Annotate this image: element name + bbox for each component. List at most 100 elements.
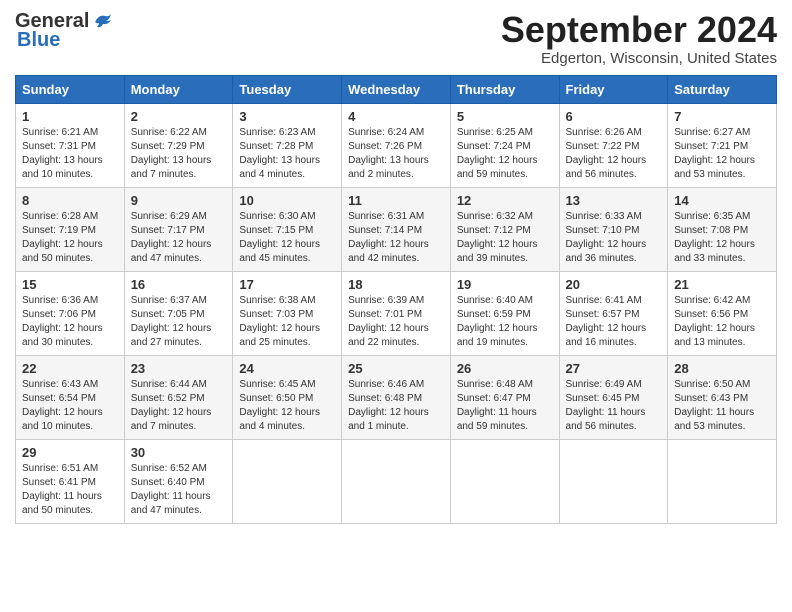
day-number: 27: [566, 361, 662, 376]
day-number: 30: [131, 445, 227, 460]
day-info: Sunrise: 6:41 AMSunset: 6:57 PMDaylight:…: [566, 294, 662, 350]
title-area: September 2024 Edgerton, Wisconsin, Unit…: [501, 10, 777, 67]
calendar-cell: 21Sunrise: 6:42 AMSunset: 6:56 PMDayligh…: [668, 271, 777, 355]
day-info: Sunrise: 6:37 AMSunset: 7:05 PMDaylight:…: [131, 294, 227, 350]
day-number: 24: [239, 361, 335, 376]
weekday-header-monday: Monday: [124, 75, 233, 103]
calendar-cell: [450, 439, 559, 523]
calendar-cell: [233, 439, 342, 523]
calendar-cell: 15 Sunrise: 6:36 AMSunset: 7:06 PMDayligh…: [16, 271, 125, 355]
calendar-cell: 5Sunrise: 6:25 AMSunset: 7:24 PMDaylight…: [450, 103, 559, 187]
weekday-header-saturday: Saturday: [668, 75, 777, 103]
calendar-cell: 17 Sunrise: 6:38 AMSunset: 7:03 PMDayligh…: [233, 271, 342, 355]
day-number: 19: [457, 277, 553, 292]
calendar-week-row: 22Sunrise: 6:43 AMSunset: 6:54 PMDayligh…: [16, 355, 777, 439]
calendar-cell: 16 Sunrise: 6:37 AMSunset: 7:05 PMDayligh…: [124, 271, 233, 355]
calendar-cell: 4 Sunrise: 6:24 AMSunset: 7:26 PMDaylight…: [342, 103, 451, 187]
calendar-cell: 14 Sunrise: 6:35 AMSunset: 7:08 PMDayligh…: [668, 187, 777, 271]
day-number: 22: [22, 361, 118, 376]
day-number: 7: [674, 109, 770, 124]
calendar-cell: 8 Sunrise: 6:28 AMSunset: 7:19 PMDaylight…: [16, 187, 125, 271]
day-info: Sunrise: 6:24 AMSunset: 7:26 PMDaylight:…: [348, 126, 444, 182]
day-number: 25: [348, 361, 444, 376]
day-number: 16: [131, 277, 227, 292]
calendar-cell: 6 Sunrise: 6:26 AMSunset: 7:22 PMDaylight…: [559, 103, 668, 187]
weekday-header-wednesday: Wednesday: [342, 75, 451, 103]
day-info: Sunrise: 6:45 AMSunset: 6:50 PMDaylight:…: [239, 378, 335, 434]
calendar-cell: 26Sunrise: 6:48 AMSunset: 6:47 PMDayligh…: [450, 355, 559, 439]
weekday-header-tuesday: Tuesday: [233, 75, 342, 103]
calendar-cell: 29 Sunrise: 6:51 AMSunset: 6:41 PMDayligh…: [16, 439, 125, 523]
day-info: Sunrise: 6:42 AMSunset: 6:56 PMDaylight:…: [674, 294, 770, 350]
day-info: Sunrise: 6:28 AMSunset: 7:19 PMDaylight:…: [22, 210, 118, 266]
calendar-cell: 11 Sunrise: 6:31 AMSunset: 7:14 PMDayligh…: [342, 187, 451, 271]
calendar-table: SundayMondayTuesdayWednesdayThursdayFrid…: [15, 75, 777, 524]
day-info: Sunrise: 6:35 AMSunset: 7:08 PMDaylight:…: [674, 210, 770, 266]
calendar-cell: 28 Sunrise: 6:50 AMSunset: 6:43 PMDayligh…: [668, 355, 777, 439]
calendar-week-row: 8 Sunrise: 6:28 AMSunset: 7:19 PMDaylight…: [16, 187, 777, 271]
month-title: September 2024: [501, 10, 777, 50]
day-info: Sunrise: 6:51 AMSunset: 6:41 PMDaylight:…: [22, 462, 118, 518]
calendar-cell: 20 Sunrise: 6:41 AMSunset: 6:57 PMDayligh…: [559, 271, 668, 355]
page-header: General Blue September 2024 Edgerton, Wi…: [15, 10, 777, 67]
calendar-cell: 27Sunrise: 6:49 AMSunset: 6:45 PMDayligh…: [559, 355, 668, 439]
day-number: 17: [239, 277, 335, 292]
day-info: Sunrise: 6:33 AMSunset: 7:10 PMDaylight:…: [566, 210, 662, 266]
day-number: 28: [674, 361, 770, 376]
weekday-header-row: SundayMondayTuesdayWednesdayThursdayFrid…: [16, 75, 777, 103]
calendar-cell: [668, 439, 777, 523]
day-info: Sunrise: 6:30 AMSunset: 7:15 PMDaylight:…: [239, 210, 335, 266]
day-info: Sunrise: 6:31 AMSunset: 7:14 PMDaylight:…: [348, 210, 444, 266]
calendar-cell: 30 Sunrise: 6:52 AMSunset: 6:40 PMDayligh…: [124, 439, 233, 523]
day-info: Sunrise: 6:46 AMSunset: 6:48 PMDaylight:…: [348, 378, 444, 434]
calendar-cell: 2 Sunrise: 6:22 AMSunset: 7:29 PMDaylight…: [124, 103, 233, 187]
day-number: 14: [674, 193, 770, 208]
day-number: 3: [239, 109, 335, 124]
calendar-cell: 13 Sunrise: 6:33 AMSunset: 7:10 PMDayligh…: [559, 187, 668, 271]
day-info: Sunrise: 6:44 AMSunset: 6:52 PMDaylight:…: [131, 378, 227, 434]
weekday-header-friday: Friday: [559, 75, 668, 103]
day-number: 9: [131, 193, 227, 208]
day-number: 20: [566, 277, 662, 292]
day-number: 4: [348, 109, 444, 124]
calendar-cell: 7Sunrise: 6:27 AMSunset: 7:21 PMDaylight…: [668, 103, 777, 187]
day-info: Sunrise: 6:32 AMSunset: 7:12 PMDaylight:…: [457, 210, 553, 266]
location-label: Edgerton, Wisconsin, United States: [501, 50, 777, 67]
calendar-cell: [559, 439, 668, 523]
logo: General Blue: [15, 10, 113, 52]
calendar-cell: 25 Sunrise: 6:46 AMSunset: 6:48 PMDayligh…: [342, 355, 451, 439]
calendar-cell: 10Sunrise: 6:30 AMSunset: 7:15 PMDayligh…: [233, 187, 342, 271]
day-number: 15: [22, 277, 118, 292]
day-info: Sunrise: 6:21 AMSunset: 7:31 PMDaylight:…: [22, 126, 118, 182]
day-number: 23: [131, 361, 227, 376]
day-number: 2: [131, 109, 227, 124]
calendar-cell: 24 Sunrise: 6:45 AMSunset: 6:50 PMDayligh…: [233, 355, 342, 439]
calendar-cell: [342, 439, 451, 523]
day-info: Sunrise: 6:25 AMSunset: 7:24 PMDaylight:…: [457, 126, 553, 182]
day-number: 29: [22, 445, 118, 460]
calendar-cell: 12 Sunrise: 6:32 AMSunset: 7:12 PMDayligh…: [450, 187, 559, 271]
calendar-cell: 19 Sunrise: 6:40 AMSunset: 6:59 PMDayligh…: [450, 271, 559, 355]
day-number: 12: [457, 193, 553, 208]
weekday-header-thursday: Thursday: [450, 75, 559, 103]
day-info: Sunrise: 6:26 AMSunset: 7:22 PMDaylight:…: [566, 126, 662, 182]
day-number: 11: [348, 193, 444, 208]
day-info: Sunrise: 6:52 AMSunset: 6:40 PMDaylight:…: [131, 462, 227, 518]
calendar-cell: 23 Sunrise: 6:44 AMSunset: 6:52 PMDayligh…: [124, 355, 233, 439]
day-info: Sunrise: 6:22 AMSunset: 7:29 PMDaylight:…: [131, 126, 227, 182]
day-number: 8: [22, 193, 118, 208]
day-number: 6: [566, 109, 662, 124]
logo-bird-icon: [91, 12, 113, 32]
day-info: Sunrise: 6:48 AMSunset: 6:47 PMDaylight:…: [457, 378, 553, 434]
day-info: Sunrise: 6:38 AMSunset: 7:03 PMDaylight:…: [239, 294, 335, 350]
calendar-week-row: 1Sunrise: 6:21 AMSunset: 7:31 PMDaylight…: [16, 103, 777, 187]
calendar-cell: 9 Sunrise: 6:29 AMSunset: 7:17 PMDaylight…: [124, 187, 233, 271]
calendar-week-row: 29 Sunrise: 6:51 AMSunset: 6:41 PMDayligh…: [16, 439, 777, 523]
day-info: Sunrise: 6:40 AMSunset: 6:59 PMDaylight:…: [457, 294, 553, 350]
day-info: Sunrise: 6:50 AMSunset: 6:43 PMDaylight:…: [674, 378, 770, 434]
day-number: 13: [566, 193, 662, 208]
logo-blue-text: Blue: [17, 29, 60, 52]
calendar-cell: 1Sunrise: 6:21 AMSunset: 7:31 PMDaylight…: [16, 103, 125, 187]
day-info: Sunrise: 6:29 AMSunset: 7:17 PMDaylight:…: [131, 210, 227, 266]
day-info: Sunrise: 6:36 AMSunset: 7:06 PMDaylight:…: [22, 294, 118, 350]
